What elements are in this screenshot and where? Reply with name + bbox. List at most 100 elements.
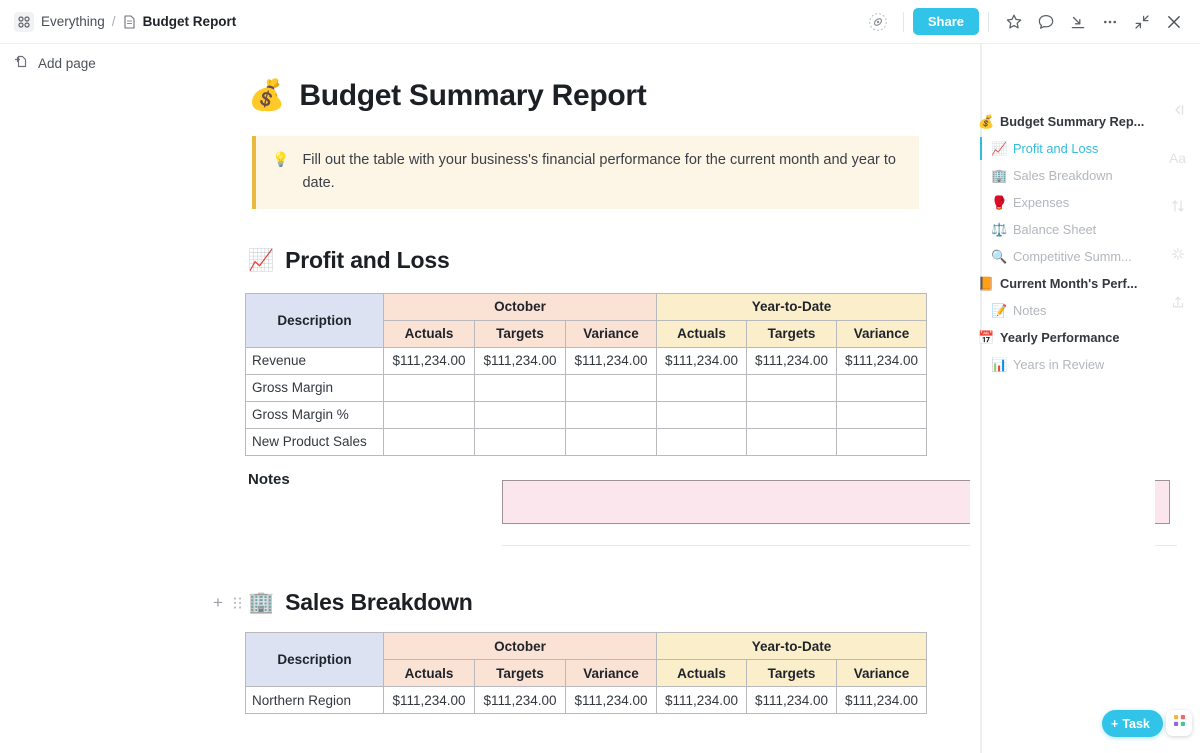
cell-value[interactable]: $111,234.00 <box>746 346 837 375</box>
cell-value[interactable] <box>656 373 747 402</box>
table-row[interactable]: Northern Region $111,234.00 $111,234.00 … <box>245 686 927 714</box>
star-icon[interactable] <box>998 6 1030 38</box>
font-size-icon[interactable]: Aa <box>1166 146 1190 170</box>
block-controls: + <box>213 594 242 611</box>
column-header-october-variance: Variance <box>565 659 657 687</box>
magnifier-icon: 🔍 <box>991 249 1008 264</box>
outline-item-balance-sheet[interactable]: ⚖️ Balance Sheet <box>970 216 1155 243</box>
new-task-button[interactable]: + Task <box>1102 710 1163 737</box>
cell-value[interactable]: $111,234.00 <box>656 686 747 714</box>
outline-item-notes[interactable]: 📝 Notes <box>970 297 1155 324</box>
cell-value[interactable] <box>836 400 927 429</box>
cell-value[interactable] <box>565 427 657 456</box>
cell-value[interactable]: $111,234.00 <box>836 346 927 375</box>
cell-value[interactable] <box>565 400 657 429</box>
cell-value[interactable] <box>383 373 475 402</box>
cell-value[interactable] <box>836 373 927 402</box>
table-group-header-row: Description October Year-to-Date <box>245 292 927 348</box>
add-page-label: Add page <box>38 55 96 71</box>
ai-sparkle-icon[interactable] <box>1166 242 1190 266</box>
cell-value[interactable]: $111,234.00 <box>656 346 747 375</box>
cell-value[interactable] <box>836 427 927 456</box>
cell-value[interactable] <box>656 427 747 456</box>
table-row[interactable]: Gross Margin <box>245 373 927 402</box>
column-header-description: Description <box>245 632 384 687</box>
cell-value[interactable] <box>565 373 657 402</box>
add-page-button[interactable]: Add page <box>0 44 200 72</box>
page-title[interactable]: Budget Summary Report <box>299 79 646 113</box>
sales-breakdown-table[interactable]: Description October Year-to-Date Actuals… <box>245 632 927 714</box>
chart-increasing-icon: 📈 <box>248 248 275 272</box>
cell-value[interactable] <box>474 373 566 402</box>
column-group-year-to-date: Year-to-Date <box>656 292 927 321</box>
drag-handle-icon[interactable] <box>233 596 242 610</box>
cell-value[interactable]: $111,234.00 <box>383 346 475 375</box>
section-title[interactable]: Profit and Loss <box>285 247 450 274</box>
outline-item-expenses[interactable]: 🥊 Expenses <box>970 189 1155 216</box>
column-header-october-targets: Targets <box>474 659 566 687</box>
cell-value[interactable]: $111,234.00 <box>746 686 837 714</box>
privacy-eye-icon[interactable] <box>862 6 894 38</box>
collapse-icon[interactable] <box>1126 6 1158 38</box>
chart-increasing-icon: 📈 <box>991 141 1008 156</box>
callout-text: Fill out the table with your business's … <box>302 152 896 191</box>
outline-item-current-months-performance[interactable]: 📙 Current Month's Perf... <box>970 270 1155 297</box>
more-horizontal-icon[interactable] <box>1094 6 1126 38</box>
cell-description[interactable]: Northern Region <box>245 686 384 714</box>
outline-item-yearly-performance[interactable]: 📅 Yearly Performance <box>970 324 1155 351</box>
cell-value[interactable]: $111,234.00 <box>474 346 566 375</box>
outline-item-label: Years in Review <box>1013 357 1105 372</box>
column-header-description: Description <box>245 292 384 348</box>
table-row[interactable]: Revenue $111,234.00 $111,234.00 $111,234… <box>245 346 927 375</box>
outline-item-label: Expenses <box>1013 195 1070 210</box>
cell-value[interactable]: $111,234.00 <box>836 686 927 714</box>
close-icon[interactable] <box>1158 6 1190 38</box>
table-row[interactable]: New Product Sales <box>245 427 927 456</box>
share-export-icon[interactable] <box>1166 290 1190 314</box>
share-button[interactable]: Share <box>912 8 979 35</box>
cell-description[interactable]: Gross Margin % <box>245 400 384 429</box>
outline-item-sales-breakdown[interactable]: 🏢 Sales Breakdown <box>970 162 1155 189</box>
outline-item-budget-summary-report[interactable]: 💰 Budget Summary Rep... <box>970 108 1155 135</box>
cell-value[interactable] <box>746 400 837 429</box>
outline-panel: 💰 Budget Summary Rep... 📈 Profit and Los… <box>970 44 1155 753</box>
cell-value[interactable]: $111,234.00 <box>474 686 566 714</box>
profit-and-loss-table[interactable]: Description October Year-to-Date Actuals… <box>245 292 927 456</box>
column-header-ytd-variance: Variance <box>836 659 927 687</box>
notebook-icon: 📙 <box>978 276 995 291</box>
outline-item-label: Budget Summary Rep... <box>1000 114 1145 129</box>
cell-value[interactable] <box>746 427 837 456</box>
outline-item-profit-and-loss[interactable]: 📈 Profit and Loss <box>970 135 1155 162</box>
breadcrumb: Everything / Budget Report <box>0 11 237 32</box>
cell-description[interactable]: Gross Margin <box>245 373 384 402</box>
cell-description[interactable]: New Product Sales <box>245 427 384 456</box>
table-row[interactable]: Gross Margin % <box>245 400 927 429</box>
apps-launcher-button[interactable] <box>1166 710 1192 736</box>
comment-icon[interactable] <box>1030 6 1062 38</box>
outline-item-competitive-summary[interactable]: 🔍 Competitive Summ... <box>970 243 1155 270</box>
section-title[interactable]: Sales Breakdown <box>285 589 473 616</box>
cell-value[interactable]: $111,234.00 <box>565 346 657 375</box>
convert-icon[interactable] <box>1166 194 1190 218</box>
cell-value[interactable]: $111,234.00 <box>383 686 475 714</box>
breadcrumb-current[interactable]: Budget Report <box>143 14 237 29</box>
toolbar-divider-left <box>902 11 904 32</box>
outline-item-label: Yearly Performance <box>1000 330 1120 345</box>
cell-value[interactable] <box>474 400 566 429</box>
cell-value[interactable] <box>474 427 566 456</box>
cell-value[interactable] <box>746 373 837 402</box>
cell-value[interactable]: $111,234.00 <box>565 686 657 714</box>
cell-description[interactable]: Revenue <box>245 346 384 375</box>
add-block-icon[interactable]: + <box>213 594 223 611</box>
cell-value[interactable] <box>383 427 475 456</box>
collapse-panel-icon[interactable] <box>1166 98 1190 122</box>
breadcrumb-root[interactable]: Everything <box>41 14 105 29</box>
download-icon[interactable] <box>1062 6 1094 38</box>
outline-item-years-in-review[interactable]: 📊 Years in Review <box>970 351 1155 378</box>
outline-item-label: Profit and Loss <box>1013 141 1099 156</box>
cell-value[interactable] <box>383 400 475 429</box>
outline-item-label: Sales Breakdown <box>1013 168 1113 183</box>
column-header-october-targets: Targets <box>474 319 566 348</box>
cell-value[interactable] <box>656 400 747 429</box>
apps-grid-icon[interactable] <box>14 11 34 32</box>
